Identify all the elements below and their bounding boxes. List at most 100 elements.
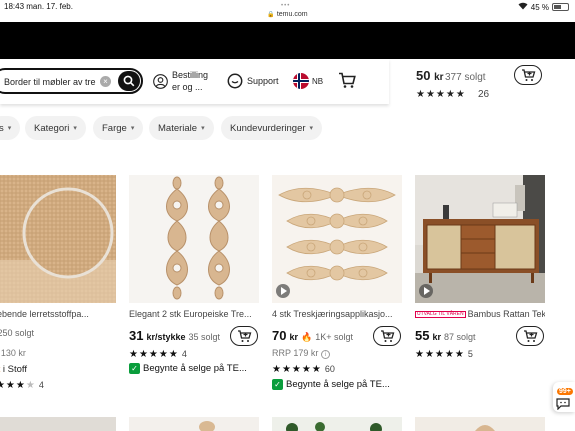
filter-chip-material[interactable]: Materiale ▾ (149, 116, 214, 140)
product-image[interactable] (415, 175, 545, 303)
chevron-down-icon: ▾ (309, 125, 314, 132)
chevron-down-icon: ▾ (130, 125, 135, 132)
product-card[interactable]: UTVALG TIL VÅREN Bambus Rattan Tekst... … (415, 175, 545, 395)
price-unit: kr/stykke (146, 332, 186, 342)
rating-row: ★★★★★ 4 (0, 379, 44, 391)
price-unit: kr (432, 332, 441, 342)
sell-label: Begynte å selge på TE... (286, 379, 390, 390)
info-icon[interactable]: i (320, 350, 330, 359)
background-product[interactable]: 50 kr 377 solgt ★★★★★ 26 (414, 59, 575, 104)
product-tag: het i Stoff (0, 364, 27, 375)
checkmark-icon: ✓ (129, 363, 140, 374)
address-url[interactable]: 🔒 temu.com (0, 11, 575, 18)
add-to-cart-button[interactable] (516, 326, 544, 346)
product-image-partial[interactable] (272, 417, 402, 431)
product-image[interactable] (0, 175, 116, 303)
rating-count: 4 (38, 380, 44, 390)
status-indicators: 45 % (518, 2, 569, 12)
filter-chip-0[interactable]: s ▾ (0, 116, 21, 140)
cart-plus-icon (237, 329, 251, 342)
filter-chip-reviews[interactable]: Kundevurderinger ▾ (221, 116, 323, 140)
battery-percent: 45 % (530, 2, 549, 12)
add-to-cart-button[interactable] (514, 65, 542, 85)
search-input[interactable] (4, 74, 104, 90)
search-button[interactable] (118, 71, 140, 91)
product-price: 70 (272, 328, 287, 343)
product-image-partial[interactable] (129, 417, 259, 431)
product-title[interactable]: UTVALG TIL VÅREN Bambus Rattan Tekst... (415, 309, 545, 319)
product-sold: 35 solgt (188, 332, 221, 342)
cart-plus-icon (380, 329, 394, 342)
sell-on-temu-link[interactable]: ✓ Begynte å selge på TE... (129, 363, 269, 374)
user-icon (153, 73, 168, 89)
orders-account[interactable]: Bestilling er og ... (153, 69, 212, 93)
rating-count: 60 (324, 364, 335, 374)
flame-icon: 🔥 (300, 332, 313, 342)
status-time: 18:43 man. 17. feb. (4, 2, 73, 11)
price-row: kr 250 solgt (0, 328, 34, 346)
support-label: Support (247, 76, 279, 86)
checkmark-icon: ✓ (272, 379, 283, 390)
product-image[interactable] (129, 175, 259, 303)
black-bar (0, 22, 575, 59)
chevron-down-icon: ▾ (73, 125, 77, 132)
cart-plus-icon (521, 68, 535, 81)
price-row: 70 kr 🔥 1K+ solgt (272, 328, 353, 346)
spring-selection-badge: UTVALG TIL VÅREN (415, 310, 466, 318)
filter-chip-category[interactable]: Kategori ▾ (25, 116, 86, 140)
product-image-partial[interactable] (415, 417, 545, 431)
support-link[interactable]: Support (227, 73, 279, 89)
rating-count: 26 (478, 89, 490, 100)
rating-stars: ★★★★★ (415, 348, 465, 360)
chat-support-icon (227, 73, 243, 89)
rating-stars: ★★★★★ (416, 89, 466, 100)
price-row: 55 kr 87 solgt (415, 328, 476, 346)
product-price: 50 kr (416, 68, 444, 83)
wifi-icon (518, 2, 528, 12)
filter-label: Materiale (158, 122, 198, 134)
language-selector[interactable]: NB (293, 73, 323, 89)
rrp-price: RRP 179 kr i (272, 348, 330, 359)
add-to-cart-button[interactable] (373, 326, 401, 346)
filter-label: Farge (102, 122, 127, 134)
price-unit: kr (289, 332, 298, 342)
status-bar: 18:43 man. 17. feb. ••• 🔒 temu.com 45 % (0, 0, 575, 22)
rating-stars: ★★★★★ (0, 379, 36, 391)
filter-label: Kundevurderinger (230, 122, 306, 134)
cart-button[interactable] (338, 72, 356, 89)
price-row: 31 kr/stykke 35 solgt (129, 328, 220, 346)
rating-stars: ★★★★★ (129, 348, 179, 360)
product-image-partial[interactable] (0, 417, 116, 431)
rrp-price: RP 130 kr (0, 348, 26, 358)
product-card[interactable]: Elegant 2 stk Europeiske Tre... 31 kr/st… (129, 175, 259, 395)
product-sold: 1K+ solgt (315, 332, 353, 342)
product-title[interactable]: Elegant 2 stk Europeiske Tre... (129, 309, 259, 319)
site-header: × Bestilling er og ... Support NB (0, 59, 389, 104)
product-title[interactable]: vklebende lerretsstoffpa... (0, 309, 116, 319)
clear-icon[interactable]: × (100, 76, 111, 87)
rating-row: ★★★★★ 5 (415, 348, 473, 360)
filter-label: s (0, 122, 4, 134)
add-to-cart-button[interactable] (230, 326, 258, 346)
orders-label: Bestilling er og ... (172, 70, 209, 92)
cart-plus-icon (523, 329, 537, 342)
product-image[interactable] (272, 175, 402, 303)
search-icon (123, 75, 135, 87)
filter-chip-color[interactable]: Farge ▾ (93, 116, 144, 140)
sell-label: Begynte å selge på TE... (143, 363, 247, 374)
product-sold: 377 solgt (445, 72, 486, 83)
product-card[interactable]: 4 stk Treskjæringsapplikasjo... 70 kr 🔥 … (272, 175, 402, 395)
chevron-down-icon: ▾ (7, 125, 12, 132)
cart-icon (339, 72, 356, 88)
product-title-text: Bambus Rattan Tekst... (467, 309, 545, 319)
sell-on-temu-link[interactable]: ✓ Begynte å selge på TE... (272, 379, 412, 390)
rating-row: ★★★★★ 4 (129, 348, 187, 360)
rating-stars: ★★★★★ (272, 363, 322, 375)
chevron-down-icon: ▾ (201, 125, 205, 132)
play-video-icon[interactable] (419, 284, 433, 298)
product-title[interactable]: 4 stk Treskjæringsapplikasjo... (272, 309, 402, 319)
play-video-icon[interactable] (276, 284, 290, 298)
product-card[interactable]: vklebende lerretsstoffpa... kr 250 solgt… (0, 175, 116, 395)
message-icon (556, 397, 570, 415)
chat-widget[interactable]: 99+ (553, 382, 575, 412)
